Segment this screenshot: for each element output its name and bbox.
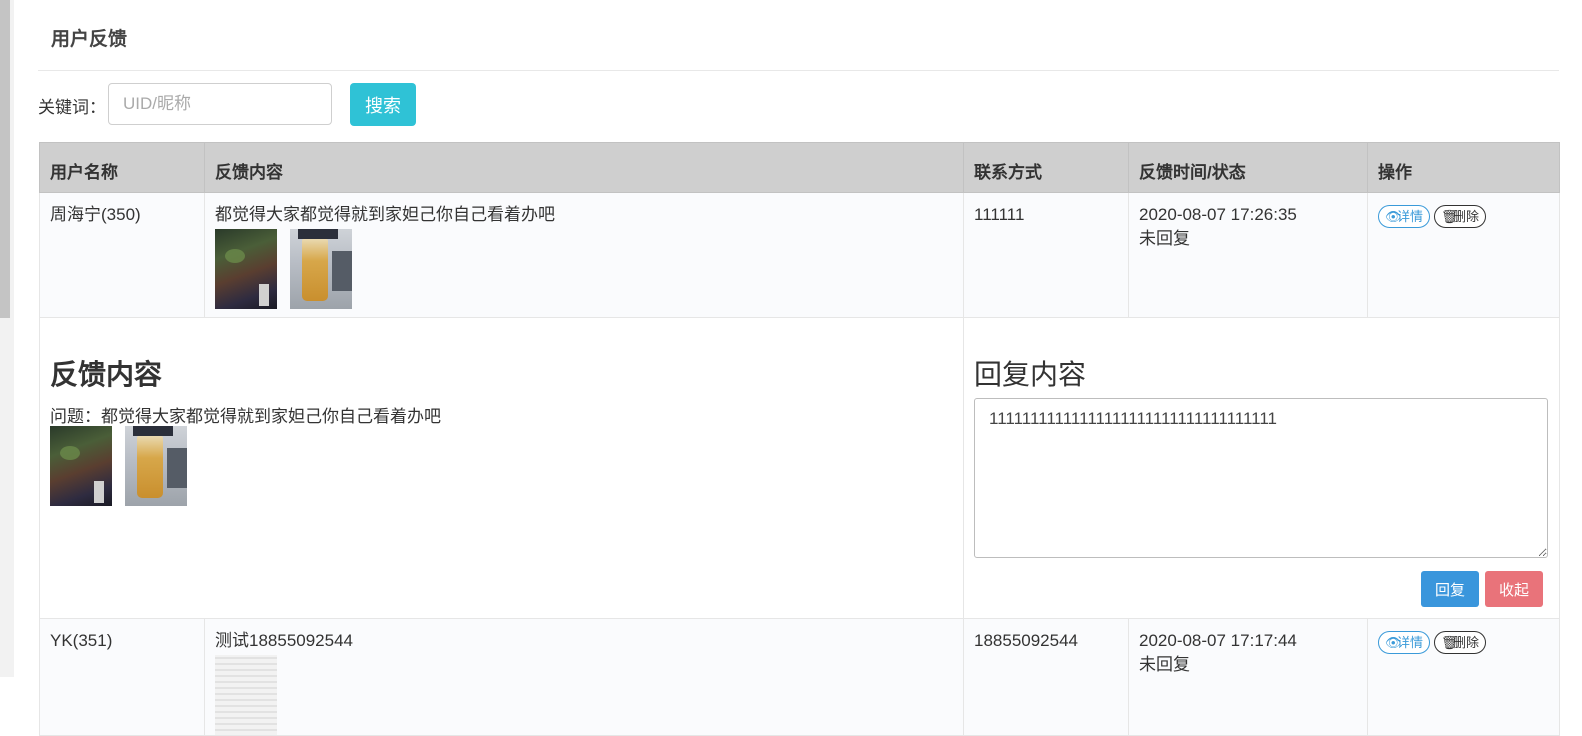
detail-button[interactable]: 👁详情 (1378, 631, 1431, 654)
trash-icon: 🗑 (1441, 209, 1458, 224)
delete-button[interactable]: 🗑删除 (1434, 631, 1487, 654)
feedback-detail-title: 反馈内容 (50, 359, 163, 390)
reply-status: 未回复 (1139, 655, 1190, 674)
feedback-image-thumbnail[interactable] (215, 229, 277, 309)
cell-actions: 👁详情 🗑删除 (1367, 192, 1560, 318)
cell-contact: 111111 (963, 192, 1129, 318)
delete-button-label: 删除 (1453, 635, 1480, 650)
cell-content: 测试18855092544 (204, 618, 964, 736)
col-header-contact: 联系方式 (963, 142, 1129, 193)
delete-button-label: 删除 (1453, 209, 1480, 224)
col-header-time-status: 反馈时间/状态 (1128, 142, 1368, 193)
reply-button[interactable]: 回复 (1421, 571, 1479, 607)
col-header-user: 用户名称 (39, 142, 205, 193)
cell-time-status: 2020-08-07 17:17:44 未回复 (1128, 618, 1368, 736)
cell-user: YK(351) (39, 618, 205, 736)
detail-button-label: 详情 (1397, 635, 1424, 650)
delete-button[interactable]: 🗑删除 (1434, 205, 1487, 228)
eye-icon: 👁 (1385, 635, 1402, 650)
user-name: YK(351) (50, 631, 113, 650)
table-header-row: 用户名称 反馈内容 联系方式 反馈时间/状态 操作 (39, 142, 1560, 193)
feedback-image-thumbnail[interactable] (290, 229, 352, 309)
feedback-question: 问题：都觉得大家都觉得就到家妲己你自己看着办吧 (50, 407, 441, 426)
col-header-actions: 操作 (1367, 142, 1560, 193)
reply-status: 未回复 (1139, 229, 1190, 248)
search-input[interactable] (108, 83, 332, 125)
collapse-button[interactable]: 收起 (1485, 571, 1543, 607)
feedback-text: 都觉得大家都觉得就到家妲己你自己看着办吧 (215, 205, 555, 224)
table-row: 周海宁(350) 都觉得大家都觉得就到家妲己你自己看着办吧 111111 202… (39, 192, 1560, 318)
feedback-detail-panel: 反馈内容 问题：都觉得大家都觉得就到家妲己你自己看着办吧 (39, 317, 964, 619)
detail-button[interactable]: 👁详情 (1378, 205, 1431, 228)
cell-actions: 👁详情 🗑删除 (1367, 618, 1560, 736)
feedback-text: 测试18855092544 (215, 631, 354, 650)
col-header-content: 反馈内容 (204, 142, 964, 193)
feedback-image[interactable] (125, 426, 187, 506)
reply-textarea[interactable]: 11111111111111111111111111111111111 (974, 398, 1548, 558)
cell-user: 周海宁(350) (39, 192, 205, 318)
feedback-table: 用户名称 反馈内容 联系方式 反馈时间/状态 操作 周海宁(350) 都觉得大家… (39, 142, 1560, 736)
cell-content: 都觉得大家都觉得就到家妲己你自己看着办吧 (204, 192, 964, 318)
reply-title: 回复内容 (974, 359, 1087, 390)
scrollbar-thumb[interactable] (0, 0, 10, 318)
trash-icon: 🗑 (1441, 635, 1458, 650)
eye-icon: 👁 (1385, 209, 1402, 224)
cell-contact: 18855092544 (963, 618, 1129, 736)
feedback-image[interactable] (50, 426, 112, 506)
search-label: 关键词： (38, 98, 106, 117)
contact-value: 18855092544 (974, 631, 1079, 650)
table-row: YK(351) 测试18855092544 18855092544 2020-0… (39, 618, 1560, 736)
feedback-time: 2020-08-07 17:26:35 (1139, 205, 1297, 224)
feedback-time: 2020-08-07 17:17:44 (1139, 631, 1297, 650)
feedback-detail-row: 反馈内容 问题：都觉得大家都觉得就到家妲己你自己看着办吧 回复内容 111111… (39, 317, 1560, 619)
cell-time-status: 2020-08-07 17:26:35 未回复 (1128, 192, 1368, 318)
title-divider (38, 70, 1559, 71)
detail-button-label: 详情 (1397, 209, 1424, 224)
user-name: 周海宁(350) (50, 205, 141, 224)
feedback-image-thumbnail[interactable] (215, 655, 277, 735)
contact-value: 111111 (974, 205, 1025, 224)
reply-panel: 回复内容 11111111111111111111111111111111111… (963, 317, 1560, 619)
search-button[interactable]: 搜索 (350, 83, 416, 126)
page-title: 用户反馈 (51, 29, 128, 50)
